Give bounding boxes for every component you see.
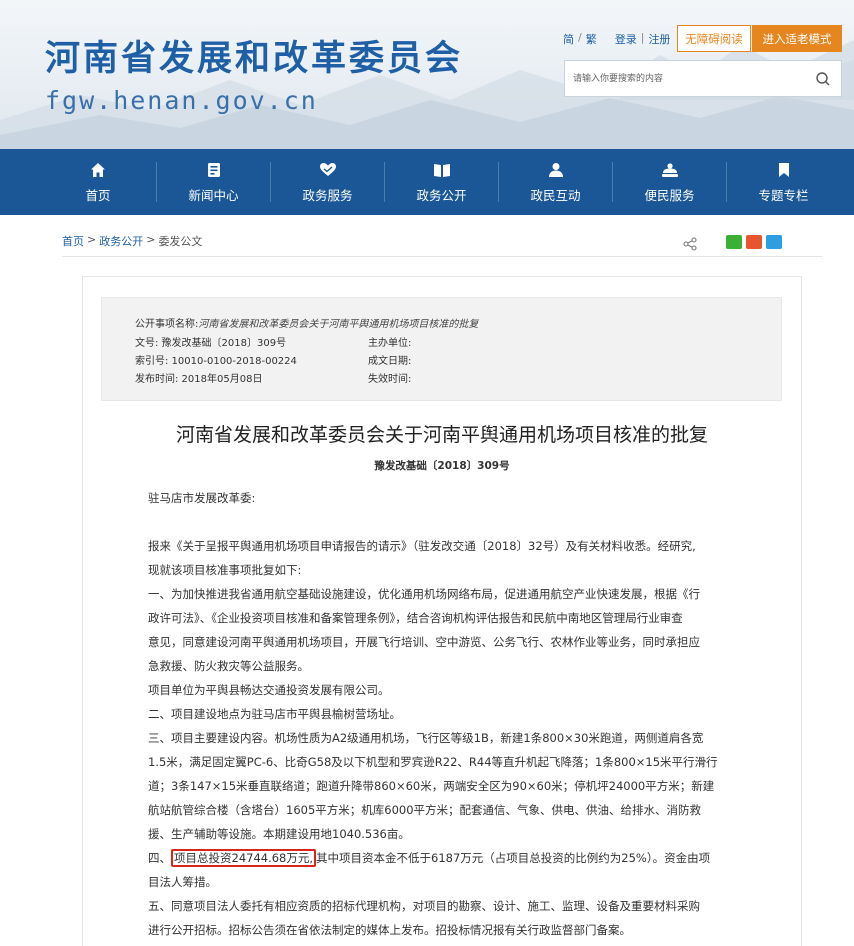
search-box bbox=[564, 60, 842, 97]
body-line: 政许可法》、《企业投资项目核准和备案管理条例》，结合咨询机构评估报告和民航中南地… bbox=[148, 611, 683, 625]
user-icon bbox=[548, 162, 563, 177]
nav-item-interaction[interactable]: 政民互动 bbox=[499, 149, 612, 215]
meta-issuer: 主办单位: bbox=[368, 338, 412, 349]
document-meta-box bbox=[101, 297, 782, 401]
nav-label: 新闻中心 bbox=[188, 187, 239, 203]
nav-item-convenience[interactable]: 便民服务 bbox=[613, 149, 726, 215]
body-line: 一、为加快推进我省通用航空基础设施建设，优化通用机场网络布局，促进通用航空产业快… bbox=[148, 587, 700, 601]
breadcrumb-current: 委发公文 bbox=[158, 235, 203, 248]
weibo-icon[interactable] bbox=[746, 235, 762, 249]
body-line: 进行公开招标。招标公告须在省依法制定的媒体上发布。招投标情况报有关行政监督部门备… bbox=[148, 923, 631, 937]
document-title: 河南省发展和改革委员会关于河南平舆通用机场项目核准的批复 bbox=[175, 424, 708, 446]
meta-published: 发布时间: 2018年05月08日 bbox=[135, 374, 263, 385]
divider bbox=[62, 256, 822, 257]
nav-label: 便民服务 bbox=[644, 187, 695, 203]
simplified-link[interactable]: 简 bbox=[563, 31, 574, 47]
meta-created: 成文日期: bbox=[368, 356, 412, 367]
home-icon bbox=[91, 162, 105, 177]
search-input[interactable] bbox=[565, 61, 805, 96]
breadcrumb-separator: > bbox=[146, 233, 156, 246]
body-line: 三、项目主要建设内容。机场性质为A2级通用机场，飞行区等级1B，新建1条800×… bbox=[148, 731, 704, 745]
nav-label: 政民互动 bbox=[530, 187, 581, 203]
breadcrumb-section[interactable]: 政务公开 bbox=[99, 233, 143, 249]
document-number: 豫发改基础〔2018〕309号 bbox=[374, 460, 510, 472]
nav-item-government-open[interactable]: 政务公开 bbox=[385, 149, 498, 215]
body-line: 意见，同意建设河南平舆通用机场项目，开展飞行培训、空中游览、公务飞行、农林作业等… bbox=[148, 635, 700, 649]
register-link[interactable]: 注册 bbox=[648, 31, 670, 47]
nav-label: 首页 bbox=[85, 187, 111, 203]
breadcrumb: 首页 > 政务公开 > 委发公文 bbox=[62, 233, 202, 249]
accessible-reading-button[interactable]: 无障碍阅读 bbox=[677, 25, 751, 52]
nav-item-special[interactable]: 专题专栏 bbox=[727, 149, 840, 215]
nav-label: 专题专栏 bbox=[758, 187, 809, 203]
wechat-icon[interactable] bbox=[726, 235, 742, 249]
nav-item-government-service[interactable]: 政务服务 bbox=[271, 149, 384, 215]
service-icon bbox=[661, 162, 678, 177]
breadcrumb-home[interactable]: 首页 bbox=[62, 233, 84, 249]
site-domain: fgw.henan.gov.cn bbox=[45, 86, 318, 115]
elder-mode-button[interactable]: 进入适老模式 bbox=[752, 25, 842, 52]
traditional-link[interactable]: 繁 bbox=[586, 31, 597, 47]
body-line: 急救援、防火救灾等公益服务。 bbox=[148, 659, 309, 673]
meta-item-name-value: 河南省发展和改革委员会关于河南平舆通用机场项目核准的批复 bbox=[198, 319, 479, 330]
meta-item-name: 公开事项名称:河南省发展和改革委员会关于河南平舆通用机场项目核准的批复 bbox=[135, 319, 479, 330]
total-investment-highlight: 项目总投资24744.68万元, bbox=[171, 849, 317, 867]
breadcrumb-separator: > bbox=[87, 233, 97, 246]
body-line: 五、同意项目法人委托有相应资质的招标代理机构，对项目的勘察、设计、施工、监理、设… bbox=[148, 899, 700, 913]
body-line: 航站航管综合楼（含塔台）1605平方米；机库6000平方米；配套通信、气象、供电… bbox=[148, 803, 702, 817]
login-link[interactable]: 登录 bbox=[615, 31, 637, 47]
link-separator: / bbox=[578, 31, 582, 44]
nav-label: 政务服务 bbox=[302, 187, 353, 203]
qq-icon[interactable] bbox=[766, 235, 782, 249]
book-icon bbox=[433, 163, 450, 177]
body-line: 现就该项目核准事项批复如下: bbox=[148, 563, 302, 577]
nav-item-news[interactable]: 新闻中心 bbox=[157, 149, 270, 215]
top-links: 简 / 繁 登录 | 注册 bbox=[563, 31, 670, 47]
link-separator: | bbox=[640, 31, 645, 44]
site-header: 河南省发展和改革委员会 fgw.henan.gov.cn 简 / 繁 登录 | … bbox=[0, 0, 854, 149]
body-line: 项目单位为平舆县畅达交通投资发展有限公司。 bbox=[148, 683, 390, 697]
body-line: 1.5米，满足固定翼PC-6、比奇G58及以下机型和罗宾逊R22、R44等直升机… bbox=[148, 755, 718, 769]
search-icon[interactable] bbox=[815, 71, 831, 87]
share-icon[interactable] bbox=[683, 237, 697, 251]
body-line: 二、项目建设地点为驻马店市平舆县榆树营场址。 bbox=[148, 707, 401, 721]
body-line-investment: 四、 项目总投资24744.68万元, 其中项目资本金不低于6187万元（占项目总投… bbox=[148, 849, 711, 867]
nav-item-home[interactable]: 首页 bbox=[77, 149, 119, 215]
main-nav: 首页 新闻中心 政务服务 政务公开 政民互动 便民服务 专题专栏 bbox=[0, 149, 854, 215]
body-line: 目法人筹措。 bbox=[148, 875, 217, 889]
body-line: 报来《关于呈报平舆通用机场项目申请报告的请示》（驻发改交通〔2018〕32号）及… bbox=[148, 539, 696, 553]
body-line: 援、生产辅助等设施。本期建设用地1040.536亩。 bbox=[148, 827, 410, 841]
document-addressee: 驻马店市发展改革委: bbox=[148, 491, 256, 505]
nav-label: 政务公开 bbox=[416, 187, 467, 203]
social-share-group bbox=[726, 235, 782, 249]
site-title[interactable]: 河南省发展和改革委员会 bbox=[45, 30, 463, 81]
meta-index-no: 索引号: 10010-0100-2018-00224 bbox=[135, 356, 297, 367]
news-icon bbox=[207, 162, 220, 177]
bookmark-icon bbox=[778, 162, 789, 177]
heart-hand-icon bbox=[319, 162, 336, 176]
body-line: 道；3条147×15米垂直联络道；跑道升降带860×60米，两端安全区为90×6… bbox=[148, 779, 715, 793]
meta-expired: 失效时间: bbox=[368, 374, 412, 385]
meta-doc-no: 文号: 豫发改基础〔2018〕309号 bbox=[135, 338, 287, 349]
